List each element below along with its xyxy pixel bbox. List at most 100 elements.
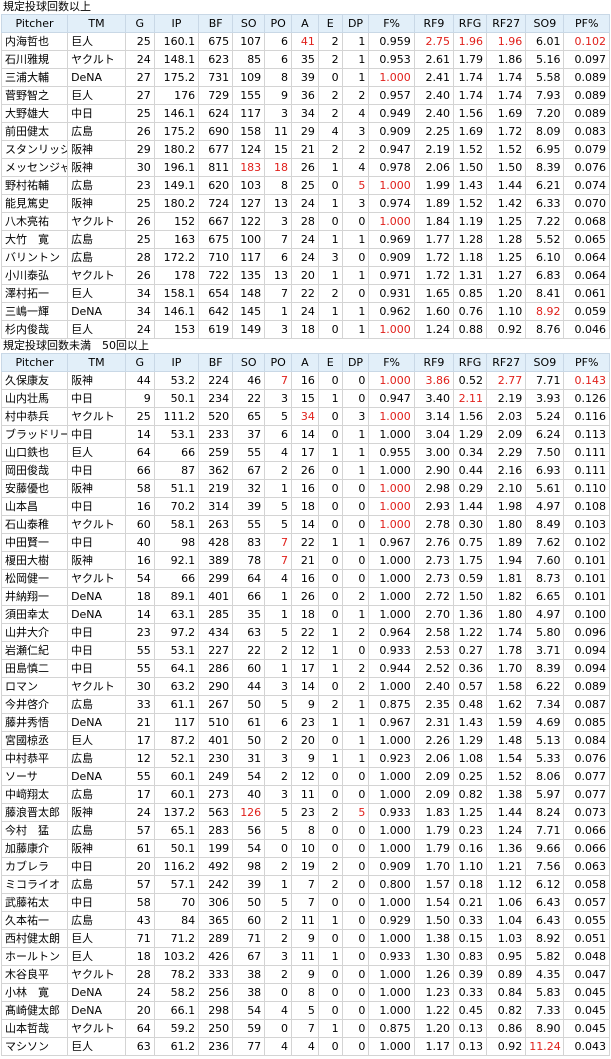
stat-cell: 0.094 — [563, 659, 610, 678]
stat-cell: 0.931 — [368, 284, 415, 303]
stat-cell: 1.30 — [413, 947, 455, 966]
stat-cell: 122 — [232, 212, 266, 231]
pitcher-name-cell: 髙崎健太郎 — [0, 1001, 69, 1020]
stat-cell: 77 — [232, 1037, 266, 1056]
pitcher-name-cell: 山井大介 — [0, 623, 69, 642]
pitcher-name-cell: 西村健太朗 — [0, 929, 69, 948]
stat-cell: 2.58 — [413, 623, 455, 642]
stat-cell: 1.74 — [486, 68, 527, 87]
team-cell: DeNA — [67, 983, 126, 1002]
stat-cell: 148.1 — [153, 50, 200, 69]
stat-cell: 3 — [264, 104, 293, 123]
stat-cell: 8 — [291, 821, 319, 840]
pitcher-name-cell: 藤井秀悟 — [0, 713, 69, 732]
stat-cell: 55 — [124, 641, 155, 660]
stat-cell: 2.61 — [413, 50, 455, 69]
stat-cell: 8.24 — [525, 803, 565, 822]
stat-cell: 0.111 — [563, 443, 610, 462]
stat-cell: 0.59 — [453, 569, 488, 588]
stat-cell: 1 — [317, 389, 343, 408]
team-cell: DeNA — [67, 302, 126, 321]
stat-cell: 6.24 — [525, 425, 565, 444]
stat-cell: 1.82 — [486, 587, 527, 606]
stat-cell: 4.97 — [525, 605, 565, 624]
stat-cell: 5 — [264, 623, 293, 642]
stat-cell: 83 — [232, 533, 266, 552]
stat-cell: 2 — [317, 857, 343, 876]
stat-cell: 172.2 — [153, 248, 200, 267]
pitcher-name-cell: 安藤優也 — [0, 479, 69, 498]
stat-cell: 1 — [264, 587, 293, 606]
team-cell: 広島 — [67, 749, 126, 768]
stat-cell: 1.17 — [413, 1037, 455, 1056]
stat-cell: 1.56 — [453, 407, 488, 426]
stat-cell: 1 — [317, 443, 343, 462]
stat-cell: 6.83 — [525, 266, 565, 285]
stat-cell: 3 — [341, 194, 370, 213]
stat-cell: 28 — [291, 212, 319, 231]
stat-cell: 18 — [124, 947, 155, 966]
stat-cell: 675 — [198, 230, 234, 249]
stat-cell: 2 — [317, 50, 343, 69]
stat-cell: 0.064 — [563, 248, 610, 267]
stat-cell: 2 — [317, 695, 343, 714]
stat-cell: 22 — [232, 641, 266, 660]
stat-cell: 9 — [291, 695, 319, 714]
stat-cell: 5 — [341, 803, 370, 822]
team-cell: 広島 — [67, 785, 126, 804]
stat-cell: 60 — [232, 659, 266, 678]
team-cell: 中日 — [67, 425, 126, 444]
stat-cell: 50.1 — [153, 839, 200, 858]
stat-cell: 0.974 — [368, 194, 415, 213]
stat-cell: 7.22 — [525, 212, 565, 231]
stat-cell: 63 — [232, 623, 266, 642]
stat-cell: 0 — [341, 371, 370, 390]
pitcher-name-cell: 山本昌 — [0, 497, 69, 516]
stat-cell: 1.000 — [368, 587, 415, 606]
stat-cell: 2 — [317, 140, 343, 159]
team-cell: 巨人 — [67, 86, 126, 105]
stat-cell: 0.27 — [453, 641, 488, 660]
stat-cell: 5.82 — [525, 947, 565, 966]
team-cell: 巨人 — [67, 947, 126, 966]
stat-cell: 11.24 — [525, 1037, 565, 1056]
team-cell: DeNA — [67, 68, 126, 87]
stat-cell: 8.92 — [525, 929, 565, 948]
stat-cell: 0 — [341, 875, 370, 894]
stat-cell: 13 — [264, 266, 293, 285]
stat-cell: 61 — [232, 713, 266, 732]
stat-cell: 5 — [264, 497, 293, 516]
stat-cell: 20 — [291, 266, 319, 285]
stat-cell: 2.41 — [413, 68, 455, 87]
team-cell: 中日 — [67, 659, 126, 678]
stat-cell: 28 — [124, 248, 155, 267]
stat-cell: 1.000 — [368, 569, 415, 588]
team-cell: 広島 — [67, 176, 126, 195]
stat-cell: 87 — [153, 461, 200, 480]
stat-cell: 0.047 — [563, 965, 610, 984]
stat-cell: 4 — [291, 1037, 319, 1056]
stat-cell: 2 — [317, 284, 343, 303]
stat-cell: 1.80 — [486, 515, 527, 534]
stat-cell: 109 — [232, 68, 266, 87]
stat-cell: 26 — [124, 212, 155, 231]
stat-cell: 2.72 — [413, 587, 455, 606]
stat-cell: 1.29 — [453, 731, 488, 750]
table-row: 石川雅規 ヤクルト 24 148.1 623 85 6 35 2 1 0.953 2.61 1.79 1.… — [0, 50, 610, 69]
stat-cell: 7.56 — [525, 857, 565, 876]
stat-cell: 0 — [317, 320, 343, 339]
stat-cell: 2.70 — [413, 605, 455, 624]
stat-cell: 1.56 — [453, 104, 488, 123]
stat-cell: 52.1 — [153, 749, 200, 768]
stat-cell: 0 — [317, 821, 343, 840]
stat-cell: 1.70 — [486, 659, 527, 678]
stat-cell: 1.86 — [486, 50, 527, 69]
stat-cell: 1.52 — [453, 140, 488, 159]
stat-cell: 16 — [124, 497, 155, 516]
stat-cell: 2.76 — [413, 533, 455, 552]
stat-cell: 6.33 — [525, 194, 565, 213]
stat-cell: 1.000 — [368, 839, 415, 858]
stat-cell: 54 — [232, 1001, 266, 1020]
stat-cell: 0.909 — [368, 122, 415, 141]
stat-cell: 0.39 — [453, 965, 488, 984]
